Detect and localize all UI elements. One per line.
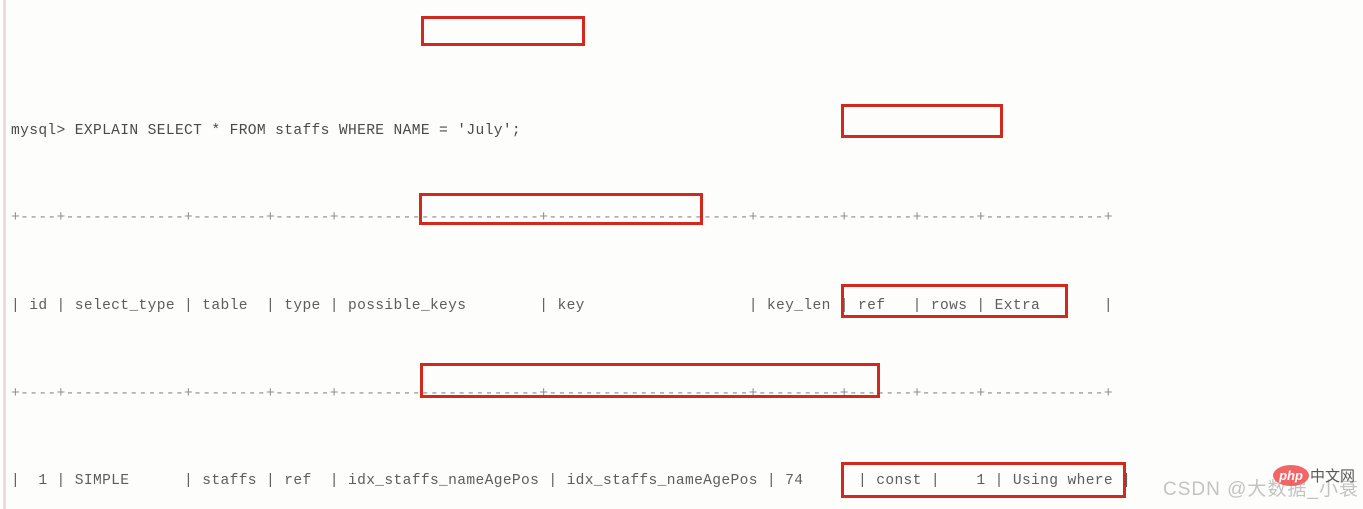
command-line-1: mysql> EXPLAIN SELECT * FROM staffs WHER… bbox=[11, 122, 522, 139]
table-rule-top-1: +----+-------------+--------+------+----… bbox=[11, 210, 1114, 227]
php-logo-icon: php bbox=[1273, 465, 1309, 486]
php-cn-label: 中文网 bbox=[1310, 468, 1356, 485]
terminal-console: mysql> EXPLAIN SELECT * FROM staffs WHER… bbox=[11, 0, 1363, 509]
table-rule-mid-1: +----+-------------+--------+------+----… bbox=[11, 385, 1114, 402]
table-data-row-1: | 1 | SIMPLE | staffs | ref | idx_staffs… bbox=[11, 473, 1132, 490]
left-edge-rule bbox=[3, 0, 6, 509]
terminal-screenshot: mysql> EXPLAIN SELECT * FROM staffs WHER… bbox=[0, 0, 1363, 509]
table-header-row-1: | id | select_type | table | type | poss… bbox=[11, 298, 1114, 314]
